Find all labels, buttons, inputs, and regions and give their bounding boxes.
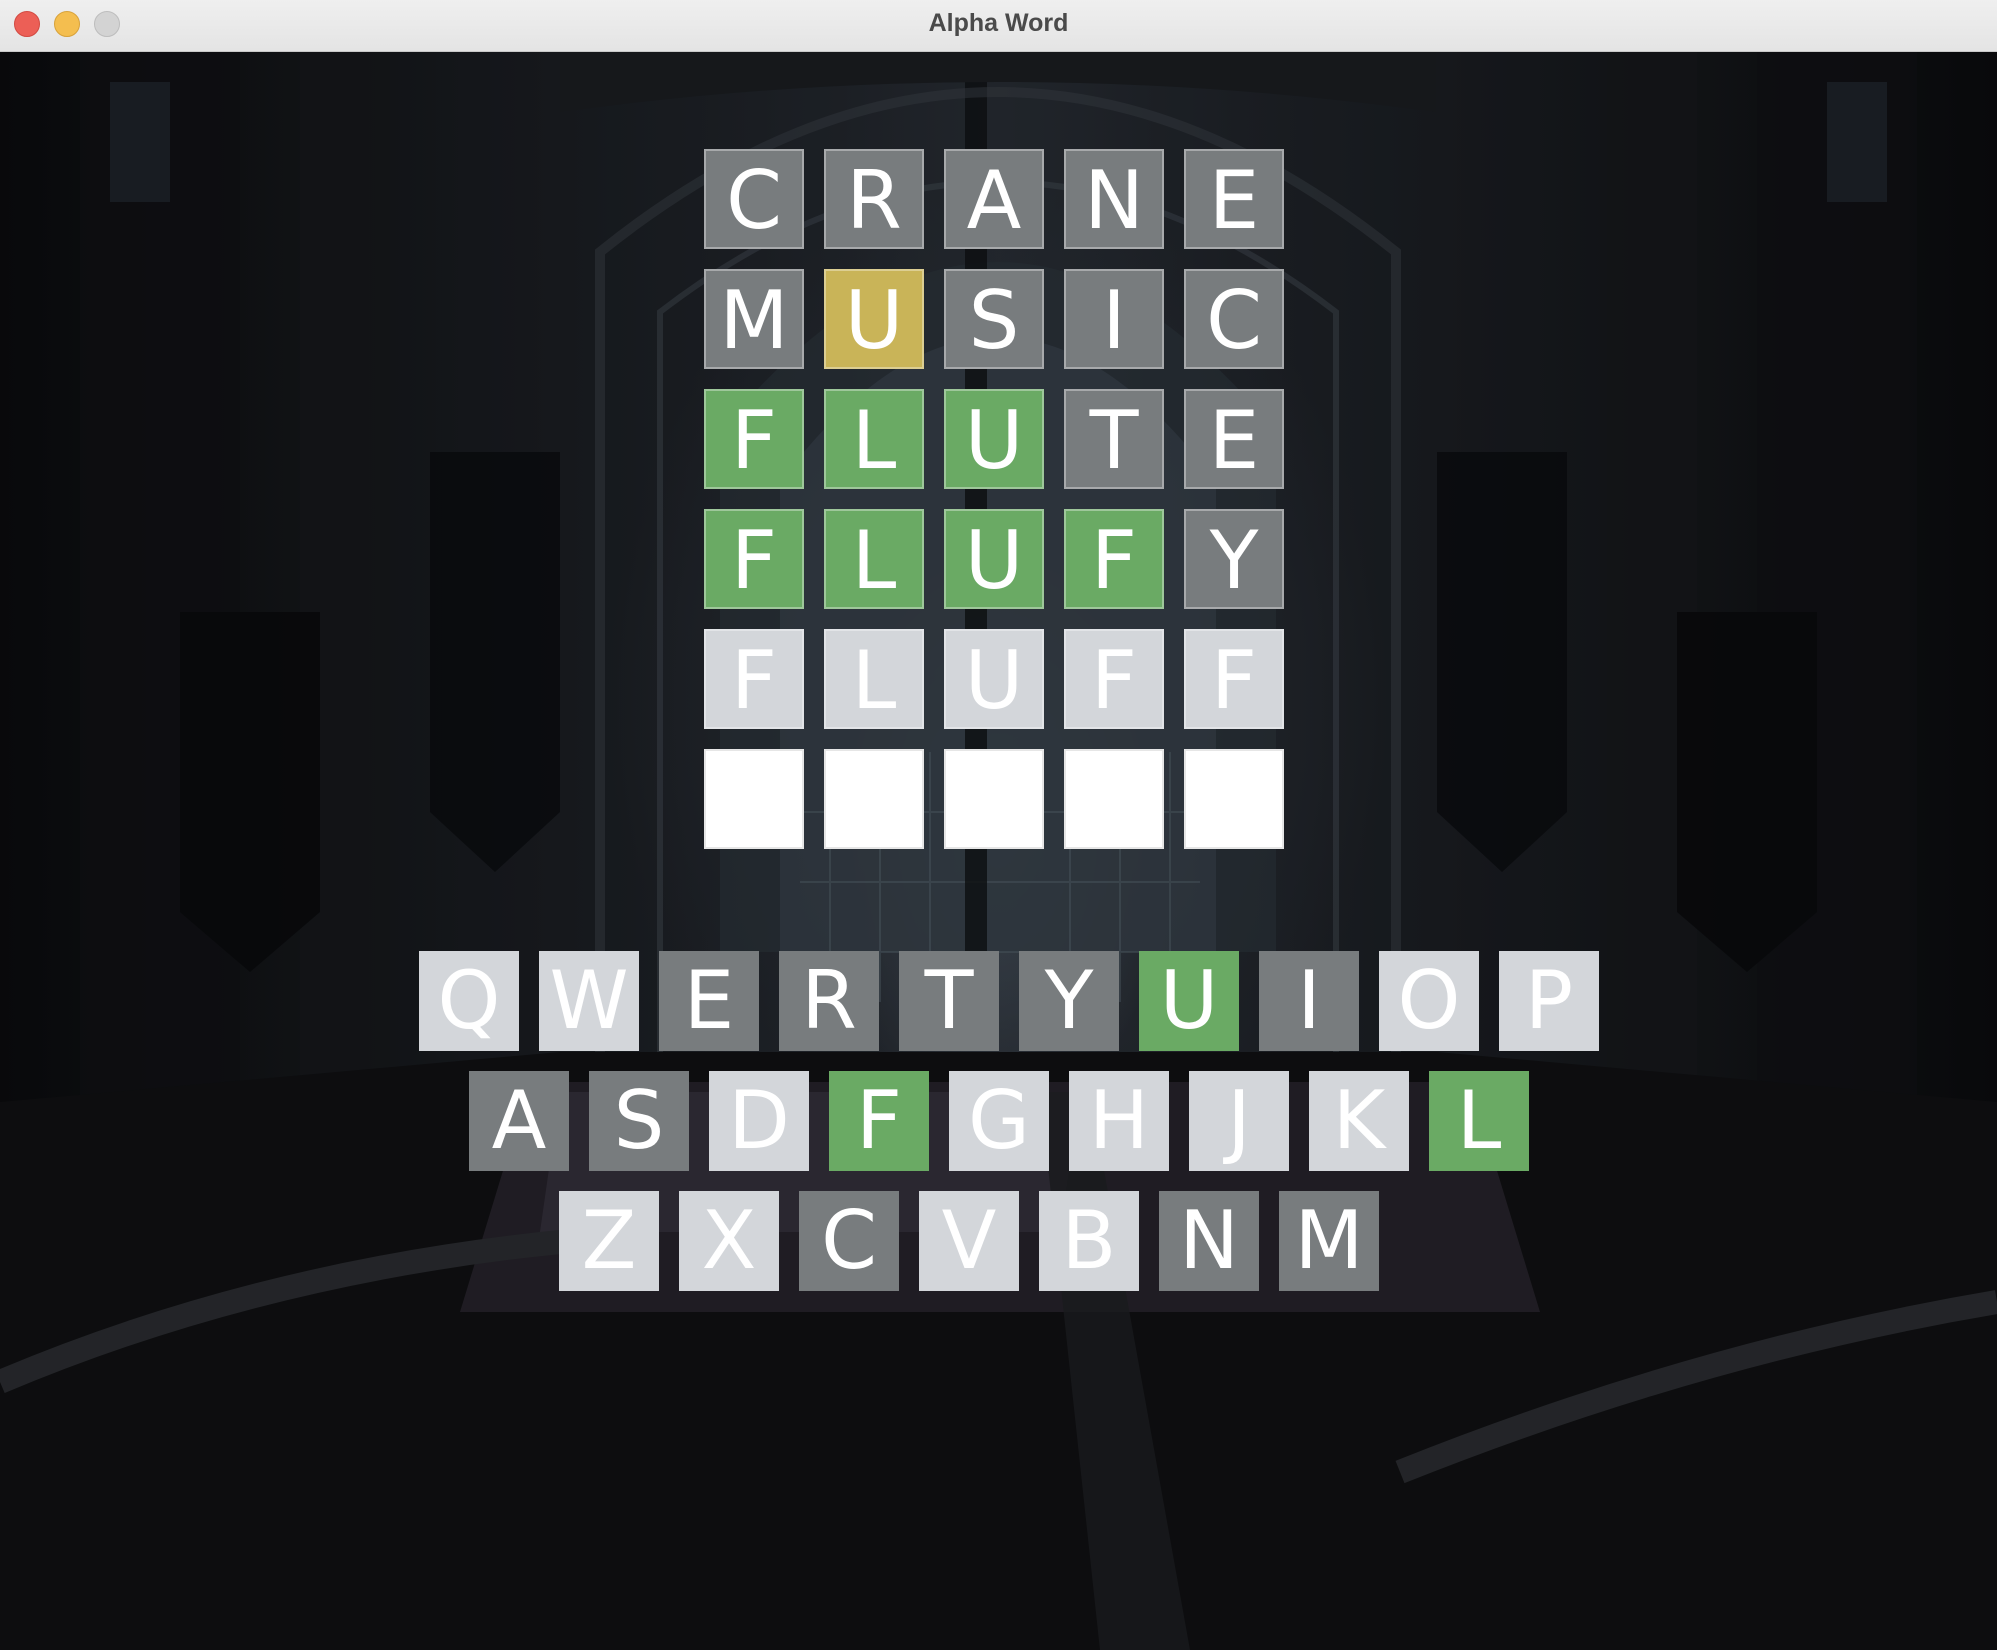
board-tile (1184, 749, 1284, 849)
key-d[interactable]: D (709, 1071, 809, 1171)
board-tile: F (704, 389, 804, 489)
board-tile: U (944, 509, 1044, 609)
board-tile (704, 749, 804, 849)
key-l[interactable]: L (1429, 1071, 1529, 1171)
key-m[interactable]: M (1279, 1191, 1379, 1291)
board-tile: E (1184, 389, 1284, 489)
key-z[interactable]: Z (559, 1191, 659, 1291)
board-tile (944, 749, 1044, 849)
board-tile: F (1064, 629, 1164, 729)
board-tile: F (1064, 509, 1164, 609)
board-tile: S (944, 269, 1044, 369)
app-window: Alpha Word C R A N E M U S I C F L U T E… (0, 0, 1997, 1650)
key-a[interactable]: A (469, 1071, 569, 1171)
title-bar[interactable]: Alpha Word (0, 0, 1997, 52)
window-title: Alpha Word (928, 9, 1069, 37)
board-tile: C (1184, 269, 1284, 369)
board-tile: A (944, 149, 1044, 249)
key-y[interactable]: Y (1019, 951, 1119, 1051)
board-tile: L (824, 629, 924, 729)
key-x[interactable]: X (679, 1191, 779, 1291)
key-o[interactable]: O (1379, 951, 1479, 1051)
board-tile: F (704, 509, 804, 609)
board-tile: Y (1184, 509, 1284, 609)
key-b[interactable]: B (1039, 1191, 1139, 1291)
board-tile (824, 749, 924, 849)
key-i[interactable]: I (1259, 951, 1359, 1051)
key-e[interactable]: E (659, 951, 759, 1051)
key-k[interactable]: K (1309, 1071, 1409, 1171)
key-t[interactable]: T (899, 951, 999, 1051)
key-c[interactable]: C (799, 1191, 899, 1291)
board-tile: T (1064, 389, 1164, 489)
board-tile: F (704, 629, 804, 729)
board-tile: L (824, 509, 924, 609)
board-tile: F (1184, 629, 1284, 729)
key-h[interactable]: H (1069, 1071, 1169, 1171)
key-f[interactable]: F (829, 1071, 929, 1171)
key-p[interactable]: P (1499, 951, 1599, 1051)
key-n[interactable]: N (1159, 1191, 1259, 1291)
key-q[interactable]: Q (419, 951, 519, 1051)
board-tile: R (824, 149, 924, 249)
board-tile: L (824, 389, 924, 489)
key-v[interactable]: V (919, 1191, 1019, 1291)
board-tile: M (704, 269, 804, 369)
board-tile: I (1064, 269, 1164, 369)
key-u[interactable]: U (1139, 951, 1239, 1051)
board-tile: C (704, 149, 804, 249)
key-r[interactable]: R (779, 951, 879, 1051)
key-s[interactable]: S (589, 1071, 689, 1171)
key-g[interactable]: G (949, 1071, 1049, 1171)
key-j[interactable]: J (1189, 1071, 1289, 1171)
board-tile: N (1064, 149, 1164, 249)
key-w[interactable]: W (539, 951, 639, 1051)
board-tile: U (824, 269, 924, 369)
board-tile (1064, 749, 1164, 849)
board-tile: U (944, 629, 1044, 729)
board-tile: U (944, 389, 1044, 489)
board-tile: E (1184, 149, 1284, 249)
